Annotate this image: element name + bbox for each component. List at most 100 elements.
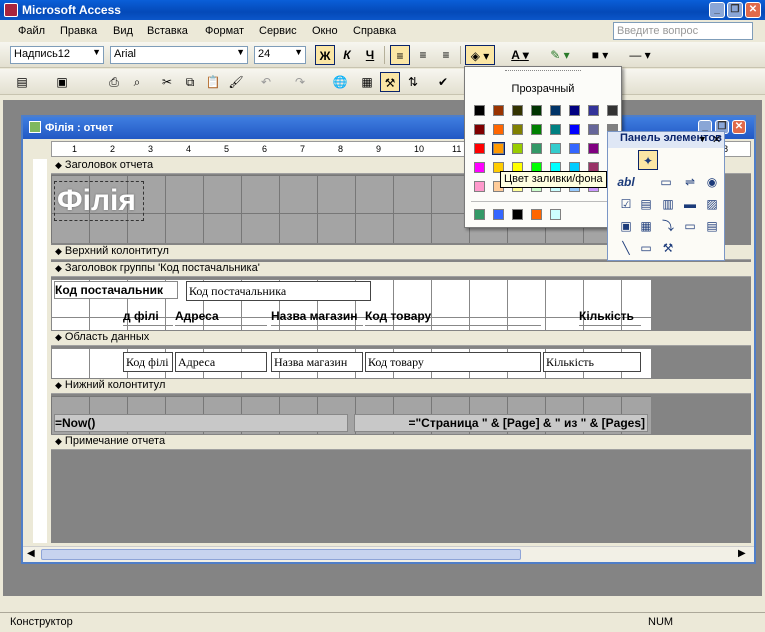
fill-color-button[interactable]: ◈ ▾ — [465, 45, 495, 65]
font-color-button[interactable]: A ▾ — [505, 45, 535, 65]
line-tool-icon[interactable]: ╲ — [616, 238, 636, 258]
recent-color-swatch[interactable] — [512, 209, 523, 220]
underline-button[interactable]: Ч — [360, 45, 380, 65]
italic-button[interactable]: К — [337, 45, 357, 65]
menu-format[interactable]: Формат — [205, 25, 244, 37]
textbox-tool-icon[interactable]: ▭ — [656, 172, 676, 192]
more-controls-tool-icon[interactable]: ⚒ — [658, 238, 678, 258]
color-swatch[interactable] — [474, 162, 485, 173]
subform-tool-icon[interactable]: ▤ — [702, 216, 722, 236]
footer-now-textbox[interactable]: =Now() — [54, 414, 348, 432]
color-swatch[interactable] — [474, 143, 485, 154]
color-swatch[interactable] — [607, 105, 618, 116]
color-swatch[interactable] — [569, 143, 580, 154]
menu-edit[interactable]: Правка — [60, 25, 97, 37]
menu-help[interactable]: Справка — [353, 25, 396, 37]
align-left-icon[interactable]: ≡ — [390, 45, 410, 65]
copy-icon[interactable]: ⧉ — [180, 72, 200, 92]
properties-icon[interactable]: ✔ — [433, 72, 453, 92]
field-shop-name[interactable]: Назва магазин — [271, 352, 363, 372]
color-swatch[interactable] — [474, 105, 485, 116]
checkbox-tool-icon[interactable]: ☑ — [616, 194, 636, 214]
menu-tools[interactable]: Сервис — [259, 25, 297, 37]
close-icon[interactable]: ✕ — [732, 120, 746, 134]
color-swatch[interactable] — [512, 124, 523, 135]
color-swatch[interactable] — [569, 124, 580, 135]
transparent-option[interactable]: Прозрачный — [465, 83, 621, 95]
print-icon[interactable]: ⎙ — [104, 72, 124, 92]
menu-file[interactable]: Файл — [18, 25, 45, 37]
toggle-tool-icon[interactable]: ⇌ — [680, 172, 700, 192]
format-painter-icon[interactable]: 🖌 — [226, 72, 246, 92]
color-swatch[interactable] — [493, 105, 504, 116]
align-right-icon[interactable]: ≡ — [436, 45, 456, 65]
toolbox-icon[interactable]: ⚒ — [380, 72, 400, 92]
color-swatch[interactable] — [550, 105, 561, 116]
color-swatch[interactable] — [493, 124, 504, 135]
column-label-address[interactable]: Адреса — [175, 308, 267, 326]
color-swatch[interactable] — [588, 143, 599, 154]
color-swatch[interactable] — [474, 124, 485, 135]
color-swatch[interactable] — [512, 143, 523, 154]
font-size-combo[interactable]: 24 ▼ — [254, 46, 306, 64]
recent-color-swatch[interactable] — [474, 209, 485, 220]
page-break-tool-icon[interactable]: ⤵ — [658, 216, 678, 236]
bound-frame-tool-icon[interactable]: ▦ — [636, 216, 656, 236]
color-swatch[interactable] — [550, 124, 561, 135]
column-label-shop[interactable]: Назва магазин — [271, 308, 363, 326]
cut-icon[interactable]: ✂ — [157, 72, 177, 92]
redo-icon[interactable]: ↷ — [290, 72, 310, 92]
paste-icon[interactable]: 📋 — [203, 72, 223, 92]
field-branch-code[interactable]: Код філі — [123, 352, 173, 372]
combo-tool-icon[interactable]: ▤ — [636, 194, 656, 214]
band-detail[interactable]: ◆ Область данных — [51, 331, 751, 346]
field-address[interactable]: Адреса — [175, 352, 267, 372]
group-supplier-label[interactable]: Код постачальник — [54, 281, 178, 299]
chevron-down-icon[interactable]: ▼ — [698, 134, 707, 144]
menu-view[interactable]: Вид — [113, 25, 133, 37]
label-tool-icon[interactable]: abl — [616, 172, 636, 192]
band-page-footer[interactable]: ◆ Нижний колонтитул — [51, 379, 751, 394]
object-frame-tool-icon[interactable]: ▣ — [616, 216, 636, 236]
help-search-input[interactable]: Введите вопрос — [613, 22, 753, 40]
close-icon[interactable]: ✕ — [745, 2, 761, 18]
align-center-icon[interactable]: ≡ — [413, 45, 433, 65]
menu-insert[interactable]: Вставка — [147, 25, 188, 37]
field-quantity[interactable]: Кількість — [543, 352, 641, 372]
color-swatch[interactable] — [531, 105, 542, 116]
close-icon[interactable]: ✕ — [712, 133, 721, 146]
rectangle-tool-icon[interactable]: ▭ — [636, 238, 656, 258]
column-label-quantity[interactable]: Кількість — [579, 308, 641, 326]
color-swatch[interactable] — [588, 105, 599, 116]
sorting-grouping-icon[interactable]: ⇅ — [403, 72, 423, 92]
color-swatch[interactable] — [512, 105, 523, 116]
color-swatch[interactable] — [492, 142, 505, 155]
field-product-code[interactable]: Код товару — [365, 352, 541, 372]
undo-icon[interactable]: ↶ — [256, 72, 276, 92]
listbox-tool-icon[interactable]: ▥ — [658, 194, 678, 214]
object-combo[interactable]: Надпись12 ▼ — [10, 46, 104, 64]
column-label-branch[interactable]: д філі — [123, 308, 173, 326]
view-icon[interactable]: ▤ — [12, 72, 32, 92]
radio-tool-icon[interactable]: ◉ — [702, 172, 722, 192]
color-swatch[interactable] — [531, 143, 542, 154]
report-title-label[interactable]: Філія — [54, 181, 144, 221]
restore-icon[interactable]: ❐ — [727, 2, 743, 18]
line-width-button[interactable]: ■ ▾ — [585, 45, 615, 65]
recent-color-swatch[interactable] — [550, 209, 561, 220]
band-report-footer[interactable]: ◆ Примечание отчета — [51, 435, 751, 450]
color-swatch[interactable] — [588, 124, 599, 135]
image-tool-icon[interactable]: ▨ — [702, 194, 722, 214]
hyperlink-icon[interactable]: 🌐 — [330, 72, 350, 92]
minimize-icon[interactable]: _ — [709, 2, 725, 18]
line-color-button[interactable]: ✎ ▾ — [545, 45, 575, 65]
palette-drag-handle[interactable] — [505, 70, 581, 73]
color-swatch[interactable] — [569, 105, 580, 116]
menu-window[interactable]: Окно — [312, 25, 338, 37]
scroll-right-icon[interactable]: ▶ — [738, 548, 746, 559]
save-icon[interactable]: ▣ — [52, 72, 72, 92]
color-swatch[interactable] — [474, 181, 485, 192]
scroll-left-icon[interactable]: ◀ — [27, 548, 35, 559]
color-swatch[interactable] — [550, 143, 561, 154]
recent-color-swatch[interactable] — [531, 209, 542, 220]
